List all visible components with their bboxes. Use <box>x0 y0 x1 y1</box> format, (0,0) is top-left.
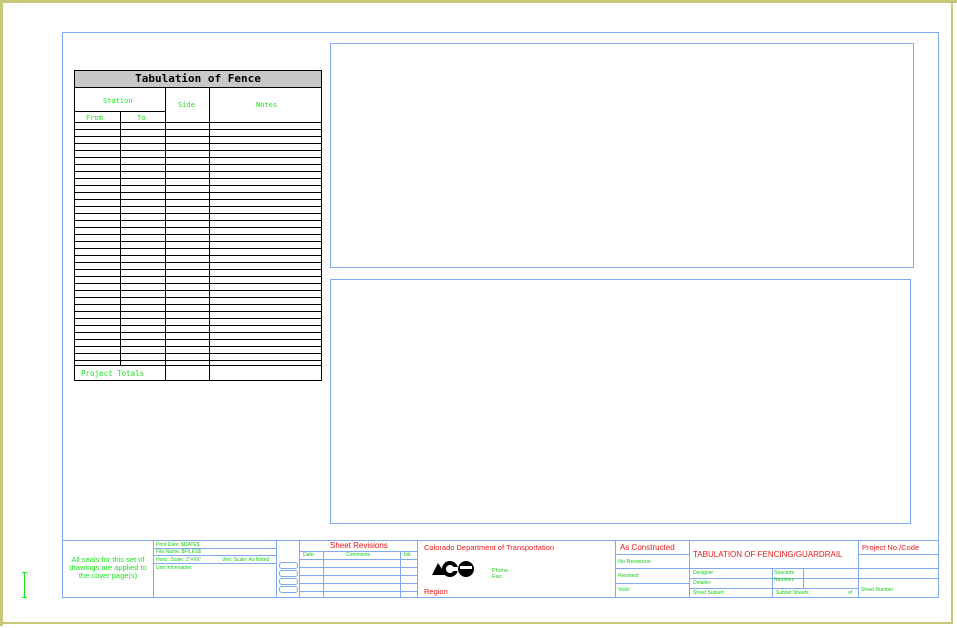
grid-hline <box>75 360 321 361</box>
grid-hline <box>75 234 321 235</box>
detailer-label: Detailer: <box>693 580 712 586</box>
seals-note: All seals for this set of drawings are a… <box>69 555 147 580</box>
grid-hline <box>75 227 321 228</box>
grid-hline <box>75 185 321 186</box>
station-header: Station <box>103 97 133 105</box>
grid-hline <box>75 353 321 354</box>
grid-hline <box>75 332 321 333</box>
grid-hline <box>75 365 321 366</box>
project-totals-label: Project Totals <box>81 369 145 378</box>
grid-hline <box>75 262 321 263</box>
grid-hline <box>75 276 321 277</box>
grid-hline <box>75 325 321 326</box>
grid-hline <box>75 269 321 270</box>
grid-hline <box>75 164 321 165</box>
grid-hline <box>75 304 321 305</box>
grid-hline <box>75 241 321 242</box>
sheet-revisions-title: Sheet Revisions <box>330 541 388 550</box>
grid-hline <box>75 206 321 207</box>
unit-information: Unit Information: <box>156 565 193 571</box>
grid-hline <box>75 283 321 284</box>
revision-comments-header: Comments <box>346 552 371 558</box>
grid-hline <box>75 339 321 340</box>
north-arrow-marker <box>22 572 28 600</box>
void-label: Void: <box>618 587 631 593</box>
as-constructed-title: As Constructed <box>620 543 675 552</box>
designer-label: Designer: <box>693 570 715 576</box>
title-block: All seals for this set of drawings are a… <box>62 540 939 598</box>
revision-date-header: Date: <box>303 552 315 558</box>
of-label: of <box>848 590 853 596</box>
notes-header: Notes <box>256 101 278 109</box>
grid-hline <box>75 311 321 312</box>
revision-init-header: Init. <box>404 552 413 558</box>
tabulation-table: Tabulation of Fence Station Side Notes F… <box>74 70 322 381</box>
grid-hline <box>75 213 321 214</box>
grid-hline <box>75 171 321 172</box>
viewport-top[interactable] <box>330 43 914 268</box>
numbers-label: Numbers <box>774 577 795 583</box>
structure-label: Structure <box>774 570 795 576</box>
cdot-logo <box>430 557 476 579</box>
grid-hline <box>75 199 321 200</box>
table-title: Tabulation of Fence <box>75 71 321 88</box>
grid-hline <box>75 297 321 298</box>
sheet-title: TABULATION OF FENCING/GUARDRAIL <box>693 550 843 559</box>
revised-label: Revised: <box>618 573 640 579</box>
grid-hline <box>75 136 321 137</box>
viewport-bottom[interactable] <box>330 279 911 524</box>
grid-hline <box>75 150 321 151</box>
grid-hline <box>75 143 321 144</box>
grid-hline <box>75 122 321 123</box>
cdot-title: Colorado Department of Transportation <box>424 543 555 552</box>
project-no-title: Project No./Code <box>862 543 920 552</box>
sheet-number-label: Sheet Number <box>861 587 894 593</box>
grid-hline <box>75 255 321 256</box>
region-label: Region <box>424 587 448 596</box>
grid-hline <box>75 220 321 221</box>
subset-sheets-label: Subset Sheets: <box>776 590 810 596</box>
grid-hline <box>75 129 321 130</box>
grid-hline <box>75 318 321 319</box>
grid-hline <box>75 346 321 347</box>
grid-hline <box>75 111 165 112</box>
grid-hline <box>75 178 321 179</box>
no-revisions-label: No Revisions: <box>618 559 652 565</box>
grid-hline <box>75 248 321 249</box>
side-header: Side <box>178 101 195 109</box>
grid-hline <box>75 157 321 158</box>
grid-hline <box>75 192 321 193</box>
fax-label: Fax: <box>492 574 503 580</box>
sheet-subset-label: Sheet Subset: <box>693 590 725 596</box>
from-header: From <box>86 114 103 122</box>
grid-hline <box>75 290 321 291</box>
to-header: To <box>137 114 146 122</box>
